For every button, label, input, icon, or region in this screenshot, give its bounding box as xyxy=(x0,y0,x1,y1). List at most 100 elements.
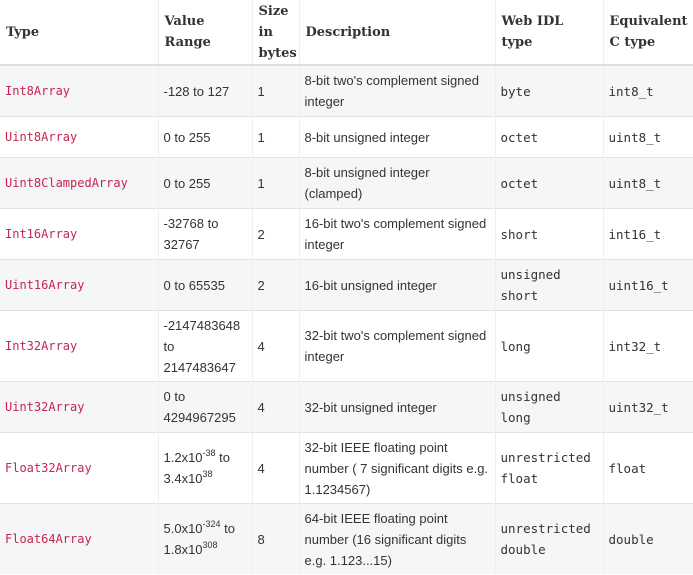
range-exponent-high: 38 xyxy=(202,469,213,479)
value-range-cell: 0 to 255 xyxy=(157,157,252,209)
range-separator: to xyxy=(220,521,236,536)
type-name: Int16Array xyxy=(5,227,78,241)
type-cell: Int32Array xyxy=(0,310,158,382)
range-mantissa-low: 1.2x10 xyxy=(163,450,203,465)
type-cell: Uint32Array xyxy=(0,381,158,433)
description-cell: 16-bit two's complement signed integer xyxy=(298,208,495,260)
webidl-type: octet xyxy=(500,175,539,191)
size-cell: 1 xyxy=(251,64,299,117)
type-name: Int8Array xyxy=(5,84,71,98)
typed-array-table: Type Value Range Size in bytes Descripti… xyxy=(0,0,693,574)
type-name: Float64Array xyxy=(5,532,92,546)
webidl-type: unrestricted double xyxy=(500,521,591,557)
type-name: Uint8ClampedArray xyxy=(5,176,128,190)
header-value-range: Value Range xyxy=(157,0,252,66)
size-cell: 4 xyxy=(251,432,299,504)
table-row: Int32Array -2147483648 to 2147483647 4 3… xyxy=(0,310,693,382)
description-cell: 8-bit unsigned integer xyxy=(298,116,495,158)
c-type-cell: int32_t xyxy=(602,310,693,382)
type-cell: Int8Array xyxy=(0,64,158,117)
size-cell: 1 xyxy=(251,116,299,158)
range-mantissa-high: 3.4x10 xyxy=(163,471,203,486)
webidl-cell: octet xyxy=(494,116,603,158)
range-separator: to xyxy=(215,450,231,465)
value-range-cell: 0 to 4294967295 xyxy=(157,381,252,433)
webidl-cell: unrestricted float xyxy=(494,432,603,504)
c-type-cell: uint32_t xyxy=(602,381,693,433)
size-cell: 2 xyxy=(251,259,299,311)
value-range-cell: -32768 to 32767 xyxy=(157,208,252,260)
c-type: int16_t xyxy=(608,226,662,242)
description-cell: 32-bit IEEE floating point number ( 7 si… xyxy=(298,432,495,504)
c-type-cell: int8_t xyxy=(602,64,693,117)
type-name: Uint32Array xyxy=(5,400,85,414)
table-row: Uint8ClampedArray 0 to 255 1 8-bit unsig… xyxy=(0,157,693,209)
description-cell: 16-bit unsigned integer xyxy=(298,259,495,311)
c-type: int8_t xyxy=(608,83,654,99)
header-description: Description xyxy=(298,0,495,66)
description-cell: 8-bit unsigned integer (clamped) xyxy=(298,157,495,209)
size-cell: 2 xyxy=(251,208,299,260)
webidl-cell: short xyxy=(494,208,603,260)
size-cell: 4 xyxy=(251,310,299,382)
range-mantissa-high: 1.8x10 xyxy=(163,542,203,557)
value-range-cell: -128 to 127 xyxy=(157,64,252,117)
table-row: Int8Array -128 to 127 1 8-bit two's comp… xyxy=(0,64,693,117)
c-type: float xyxy=(608,460,647,476)
range-exponent-low: -38 xyxy=(202,448,216,458)
c-type-cell: float xyxy=(602,432,693,504)
webidl-type: short xyxy=(500,226,539,242)
c-type: uint16_t xyxy=(608,277,669,293)
table-row: Float64Array 5.0x10-324 to 1.8x10308 8 6… xyxy=(0,503,693,574)
webidl-type: byte xyxy=(500,83,531,99)
webidl-type: octet xyxy=(500,129,539,145)
c-type: uint8_t xyxy=(608,129,662,145)
value-range-cell: 5.0x10-324 to 1.8x10308 xyxy=(157,503,252,574)
range-exponent-high: 308 xyxy=(202,540,218,550)
webidl-cell: octet xyxy=(494,157,603,209)
header-webidl-type: Web IDL type xyxy=(494,0,603,66)
c-type: int32_t xyxy=(608,338,662,354)
description-cell: 32-bit two's complement signed integer xyxy=(298,310,495,382)
c-type-cell: int16_t xyxy=(602,208,693,260)
table-row: Uint32Array 0 to 4294967295 4 32-bit uns… xyxy=(0,381,693,433)
webidl-cell: byte xyxy=(494,64,603,117)
webidl-cell: unrestricted double xyxy=(494,503,603,574)
c-type: double xyxy=(608,531,654,547)
c-type: uint32_t xyxy=(608,399,669,415)
header-row: Type Value Range Size in bytes Descripti… xyxy=(0,0,693,66)
table-row: Uint8Array 0 to 255 1 8-bit unsigned int… xyxy=(0,116,693,158)
webidl-cell: long xyxy=(494,310,603,382)
header-c-type: Equivalent C type xyxy=(602,0,693,66)
type-cell: Uint16Array xyxy=(0,259,158,311)
type-cell: Uint8Array xyxy=(0,116,158,158)
range-exponent-low: -324 xyxy=(202,519,221,529)
value-range-cell: 0 to 65535 xyxy=(157,259,252,311)
c-type-cell: uint8_t xyxy=(602,116,693,158)
header-type: Type xyxy=(0,0,158,66)
type-cell: Int16Array xyxy=(0,208,158,260)
description-cell: 8-bit two's complement signed integer xyxy=(298,64,495,117)
table-row: Int16Array -32768 to 32767 2 16-bit two'… xyxy=(0,208,693,260)
c-type-cell: uint16_t xyxy=(602,259,693,311)
type-name: Uint8Array xyxy=(5,130,78,144)
table-row: Uint16Array 0 to 65535 2 16-bit unsigned… xyxy=(0,259,693,311)
range-mantissa-low: 5.0x10 xyxy=(163,521,203,536)
type-cell: Uint8ClampedArray xyxy=(0,157,158,209)
size-cell: 4 xyxy=(251,381,299,433)
description-cell: 32-bit unsigned integer xyxy=(298,381,495,433)
type-cell: Float32Array xyxy=(0,432,158,504)
value-range-cell: 0 to 255 xyxy=(157,116,252,158)
webidl-type: unrestricted float xyxy=(500,450,591,486)
table-row: Float32Array 1.2x10-38 to 3.4x1038 4 32-… xyxy=(0,432,693,504)
c-type: uint8_t xyxy=(608,175,662,191)
size-cell: 8 xyxy=(251,503,299,574)
type-name: Uint16Array xyxy=(5,278,85,292)
c-type-cell: uint8_t xyxy=(602,157,693,209)
type-name: Int32Array xyxy=(5,339,78,353)
type-cell: Float64Array xyxy=(0,503,158,574)
c-type-cell: double xyxy=(602,503,693,574)
webidl-type: unsigned long xyxy=(500,389,561,425)
webidl-type: long xyxy=(500,338,531,354)
size-cell: 1 xyxy=(251,157,299,209)
